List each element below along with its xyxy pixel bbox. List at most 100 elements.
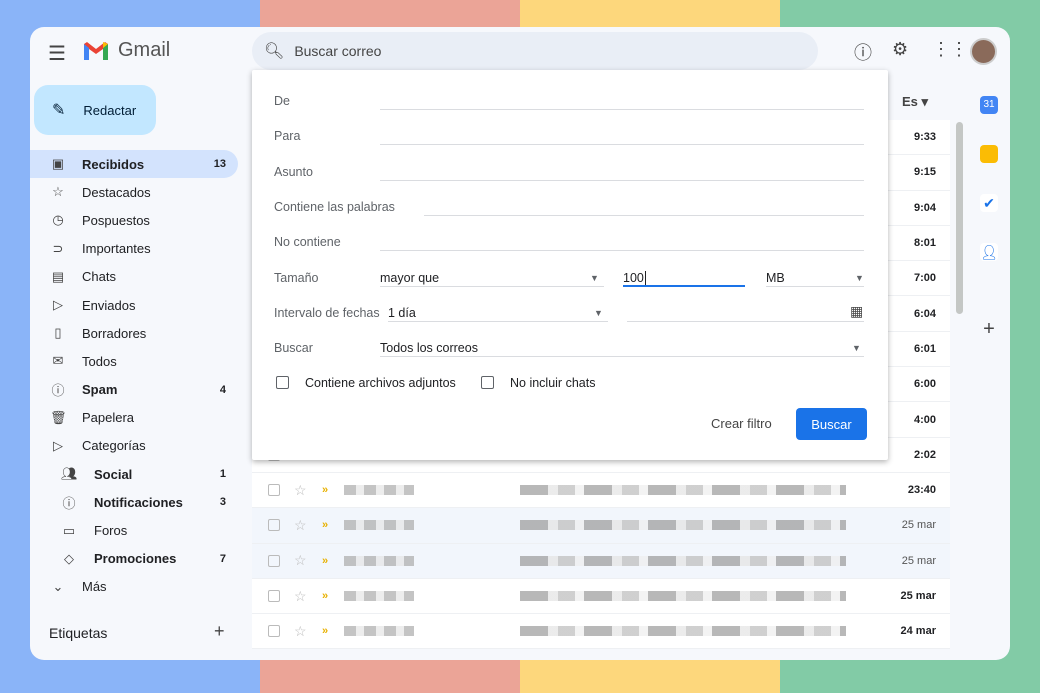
apps-grid-icon[interactable]: ⋮⋮ <box>932 39 968 60</box>
to-input[interactable] <box>380 144 864 145</box>
email-row[interactable]: ☆ » 25 mar <box>252 543 950 579</box>
list-header[interactable]: Es ▾ <box>902 94 928 110</box>
exclude-chats-label: No incluir chats <box>510 376 596 390</box>
has-words-input[interactable] <box>424 215 864 216</box>
contacts-icon[interactable]: 👤︎ <box>980 243 998 261</box>
size-value-input[interactable]: 100 <box>623 271 646 285</box>
subject-blurred <box>520 591 846 601</box>
sidebar-item-pospuestos[interactable]: ◷ Pospuestos <box>30 206 238 234</box>
important-marker-icon[interactable]: » <box>322 555 328 567</box>
sidebar-item-spam[interactable]: ⓘ Spam 4 <box>30 376 238 404</box>
size-operator-select[interactable]: mayor que <box>380 271 439 285</box>
spam-icon: ⓘ <box>51 383 65 399</box>
settings-gear-icon[interactable]: ⚙ <box>892 39 908 60</box>
not-contains-input[interactable] <box>380 250 864 251</box>
dropdown-arrow-icon[interactable]: ▼ <box>594 308 603 318</box>
unread-count: 13 <box>213 158 226 171</box>
star-icon[interactable]: ☆ <box>294 517 307 534</box>
date-range-select[interactable]: 1 día <box>388 306 416 320</box>
exclude-chats-checkbox[interactable] <box>481 376 494 389</box>
size-unit-select[interactable]: MB <box>766 271 785 285</box>
star-icon[interactable]: ☆ <box>294 588 307 605</box>
select-checkbox[interactable] <box>268 590 280 602</box>
sidebar-item-enviados[interactable]: ▷ Enviados <box>30 291 238 319</box>
sidebar-item-label: Social <box>94 466 133 482</box>
menu-icon[interactable]: ☰ <box>48 41 66 66</box>
sidebar-item-label: Pospuestos <box>82 212 150 228</box>
sidebar-item-notificaciones[interactable]: ⓘ Notificaciones 3 <box>30 488 238 516</box>
email-time: 8:01 <box>913 237 936 250</box>
help-icon[interactable]: ⓘ <box>854 39 872 65</box>
select-checkbox[interactable] <box>268 484 280 497</box>
search-in-select[interactable]: Todos los correos <box>380 341 478 355</box>
avatar[interactable] <box>970 38 997 65</box>
important-marker-icon[interactable]: » <box>322 519 328 531</box>
add-label-icon[interactable]: + <box>214 621 225 642</box>
select-checkbox[interactable] <box>268 519 280 532</box>
calendar-picker-icon[interactable]: ▦ <box>850 303 863 320</box>
select-checkbox[interactable] <box>268 554 280 567</box>
sidebar-item-label: Recibidos <box>82 156 145 172</box>
search-bar[interactable]: 🔍︎ Buscar correo <box>252 32 818 70</box>
sidebar-item-más[interactable]: ⌄ Más <box>30 573 238 601</box>
size-operator-underline <box>380 286 604 287</box>
clock-icon: ◷ <box>52 212 64 228</box>
size-value-underline <box>623 285 745 287</box>
sidebar-item-borradores[interactable]: ▯ Borradores <box>30 319 238 347</box>
from-input[interactable] <box>380 109 864 110</box>
gmail-logo[interactable]: Gmail <box>82 39 170 62</box>
side-panel: 31 ✔ 👤︎ + <box>968 82 1010 660</box>
add-addon-icon[interactable]: + <box>980 319 998 339</box>
sidebar-item-todos[interactable]: ✉ Todos <box>30 347 238 375</box>
tasks-icon[interactable]: ✔ <box>980 194 998 212</box>
search-icon[interactable]: 🔍︎ <box>264 41 284 61</box>
important-marker-icon[interactable]: » <box>322 484 328 496</box>
email-time: 25 mar <box>900 590 936 602</box>
sidebar-item-promociones[interactable]: ◇ Promociones 7 <box>30 545 238 573</box>
attachments-checkbox[interactable] <box>276 376 289 389</box>
sender-blurred <box>344 485 414 496</box>
sidebar-item-label: Destacados <box>82 184 151 200</box>
email-time: 24 mar <box>900 625 936 638</box>
important-marker-icon[interactable]: » <box>322 590 328 602</box>
dropdown-arrow-icon[interactable]: ▼ <box>590 273 599 283</box>
date-input[interactable] <box>627 321 864 322</box>
search-input[interactable]: Buscar correo <box>294 43 381 59</box>
dropdown-arrow-icon[interactable]: ▼ <box>852 343 861 353</box>
sidebar-item-social[interactable]: 👥︎ Social 1 <box>30 460 238 488</box>
draft-icon: ▯ <box>54 325 62 341</box>
email-row[interactable]: ☆ » 25 mar <box>252 578 950 615</box>
keep-icon[interactable] <box>980 145 998 163</box>
star-icon[interactable]: ☆ <box>294 552 307 569</box>
email-row[interactable]: ☆ » 25 mar <box>252 508 950 544</box>
email-time: 9:04 <box>913 201 936 214</box>
sidebar-item-destacados[interactable]: ☆ Destacados <box>30 178 238 206</box>
select-checkbox[interactable] <box>268 625 280 638</box>
not-contains-label: No contiene <box>274 235 341 249</box>
sidebar-item-categorías[interactable]: ▷ Categorías <box>30 432 238 460</box>
sidebar-item-chats[interactable]: ▤ Chats <box>30 263 238 291</box>
scrollbar[interactable] <box>956 122 963 314</box>
create-filter-button[interactable]: Crear filtro <box>711 416 772 431</box>
sidebar-item-foros[interactable]: ▭ Foros <box>30 516 238 544</box>
list-header-label: Es <box>902 94 918 109</box>
dropdown-arrow-icon[interactable]: ▼ <box>855 273 864 283</box>
star-icon[interactable]: ☆ <box>294 623 307 640</box>
search-button[interactable]: Buscar <box>796 408 867 440</box>
search-in-underline <box>380 356 864 357</box>
email-row[interactable]: ☆ » 23:40 <box>252 472 950 509</box>
subject-input[interactable] <box>380 180 864 181</box>
date-range-underline <box>388 321 608 322</box>
email-row[interactable]: ☆ » 24 mar <box>252 614 950 650</box>
important-marker-icon[interactable]: » <box>322 625 328 637</box>
sidebar-item-label: Spam <box>82 382 118 398</box>
sidebar-item-papelera[interactable]: 🗑︎ Papelera <box>30 404 238 432</box>
unread-count: 3 <box>219 496 226 509</box>
subject-blurred <box>520 555 846 566</box>
compose-button[interactable]: ✎ Redactar <box>34 85 156 135</box>
sidebar-item-label: Papelera <box>82 410 135 426</box>
calendar-icon[interactable]: 31 <box>980 96 998 114</box>
star-icon[interactable]: ☆ <box>294 482 307 499</box>
sidebar-item-importantes[interactable]: ⊃ Importantes <box>30 235 238 263</box>
sidebar-item-recibidos[interactable]: ▣ Recibidos 13 <box>30 150 238 179</box>
